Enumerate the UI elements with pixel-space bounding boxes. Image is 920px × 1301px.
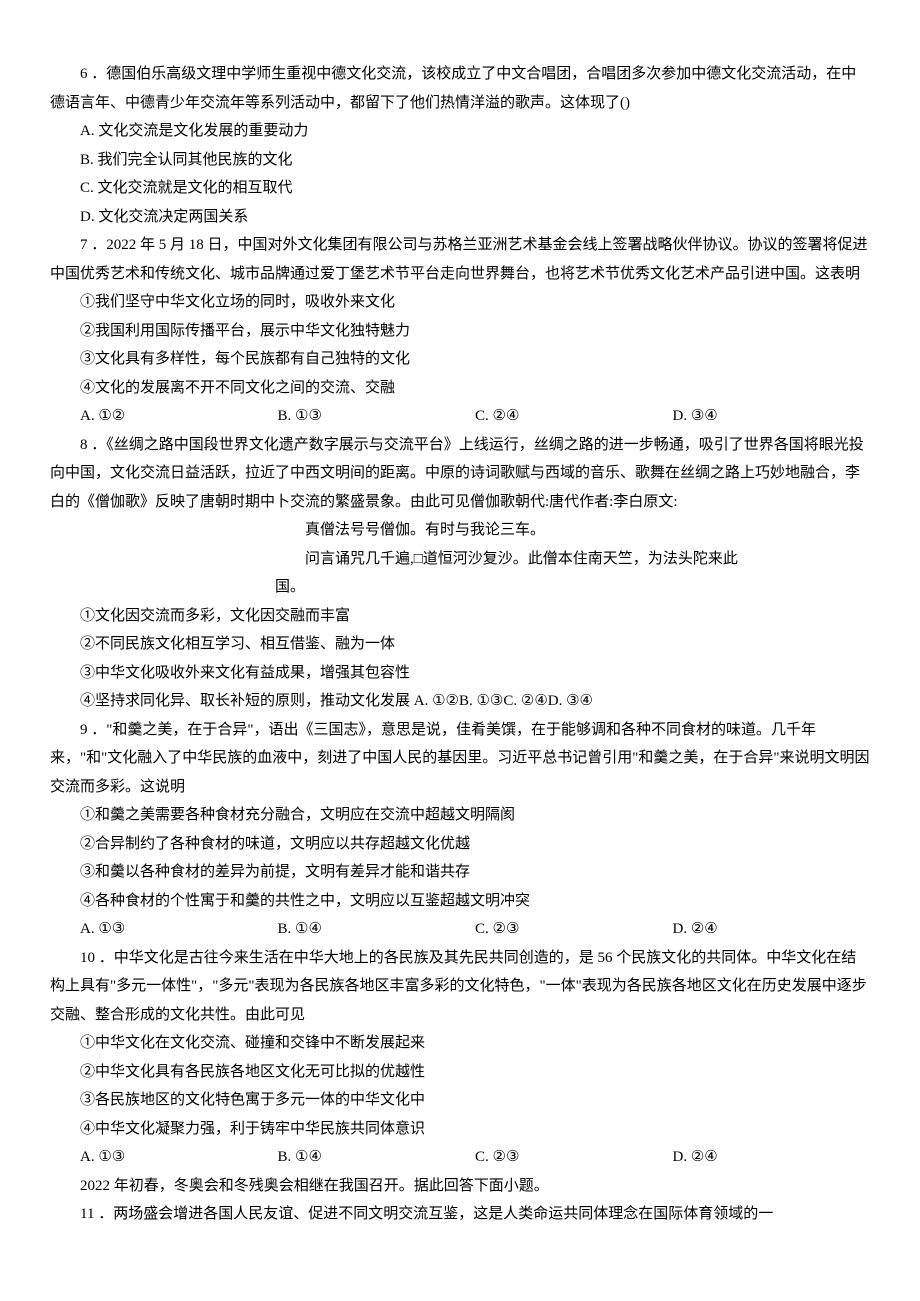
q7-option-c: C. ②④ [475,402,673,431]
q10-option-d: D. ②④ [673,1143,871,1172]
q9-statement-1: ①和羹之美需要各种食材充分融合，文明应在交流中超越文明隔阂 [50,801,870,830]
q11-intro: 2022 年初春，冬奥会和冬残奥会相继在我国召开。据此回答下面小题。 [50,1172,870,1201]
q6-option-d: D. 文化交流决定两国关系 [50,203,870,232]
q7-statement-2: ②我国利用国际传播平台，展示中华文化独特魅力 [50,317,870,346]
q6-stem: 6 ．德国伯乐高级文理中学师生重视中德文化交流，该校成立了中文合唱团，合唱团多次… [50,60,870,117]
q8-stem: 8 ．《丝绸之路中国段世界文化遗产数字展示与交流平台》上线运行，丝绸之路的进一步… [50,431,870,517]
q6-option-b: B. 我们完全认同其他民族的文化 [50,146,870,175]
q10-statement-1: ①中华文化在文化交流、碰撞和交锋中不断发展起来 [50,1029,870,1058]
q6-option-c: C. 文化交流就是文化的相互取代 [50,174,870,203]
q8-poem-line-1: 真僧法号号僧伽。有时与我论三车。 [50,516,870,545]
q9-option-c: C. ②③ [475,915,673,944]
q7-option-b: B. ①③ [278,402,476,431]
q10-stem: 10 ．中华文化是古往今来生活在中华大地上的各民族及其先民共同创造的，是 56 … [50,944,870,1030]
q9-statement-3: ③和羹以各种食材的差异为前提，文明有差异才能和谐共存 [50,858,870,887]
q10-option-b: B. ①④ [278,1143,476,1172]
q9-option-d: D. ②④ [673,915,871,944]
q7-statement-3: ③文化具有多样性，每个民族都有自己独特的文化 [50,345,870,374]
q7-stem: 7 ．2022 年 5 月 18 日，中国对外文化集团有限公司与苏格兰亚洲艺术基… [50,231,870,288]
q7-statement-1: ①我们坚守中华文化立场的同时，吸收外来文化 [50,288,870,317]
q8-statement-3: ③中华文化吸收外来文化有益成果，增强其包容性 [50,659,870,688]
q8-statement-2: ②不同民族文化相互学习、相互借鉴、融为一体 [50,630,870,659]
q7-option-a: A. ①② [80,402,278,431]
q7-statement-4: ④文化的发展离不开不同文化之间的交流、交融 [50,374,870,403]
q9-stem: 9 ．"和羹之美，在于合异"，语出《三国志》，意思是说，佳肴美馔，在于能够调和各… [50,716,870,802]
q9-statement-4: ④各种食材的个性寓于和羹的共性之中，文明应以互鉴超越文明冲突 [50,887,870,916]
q8-statement-4-and-choices: ④坚持求同化异、取长补短的原则，推动文化发展 A. ①②B. ①③C. ②④D.… [50,687,870,716]
q7-option-d: D. ③④ [673,402,871,431]
q8-poem-line-2: 问言诵咒几千遍,□道恒河沙复沙。此僧本住南天竺，为法头陀来此 [50,545,870,574]
q10-choices: A. ①③ B. ①④ C. ②③ D. ②④ [80,1143,870,1172]
q10-option-c: C. ②③ [475,1143,673,1172]
q8-statement-1: ①文化因交流而多彩，文化因交融而丰富 [50,602,870,631]
q6-option-a: A. 文化交流是文化发展的重要动力 [50,117,870,146]
q10-statement-2: ②中华文化具有各民族各地区文化无可比拟的优越性 [50,1058,870,1087]
q10-option-a: A. ①③ [80,1143,278,1172]
q11-stem: 11 ．两场盛会增进各国人民友谊、促进不同文明交流互鉴，这是人类命运共同体理念在… [50,1200,870,1229]
q9-statement-2: ②合异制约了各种食材的味道，文明应以共存超越文化优越 [50,830,870,859]
q9-option-b: B. ①④ [278,915,476,944]
q10-statement-3: ③各民族地区的文化特色寓于多元一体的中华文化中 [50,1086,870,1115]
q8-poem-line-3: 国。 [50,573,870,602]
q10-statement-4: ④中华文化凝聚力强，利于铸牢中华民族共同体意识 [50,1115,870,1144]
q7-choices: A. ①② B. ①③ C. ②④ D. ③④ [80,402,870,431]
q9-option-a: A. ①③ [80,915,278,944]
q9-choices: A. ①③ B. ①④ C. ②③ D. ②④ [80,915,870,944]
